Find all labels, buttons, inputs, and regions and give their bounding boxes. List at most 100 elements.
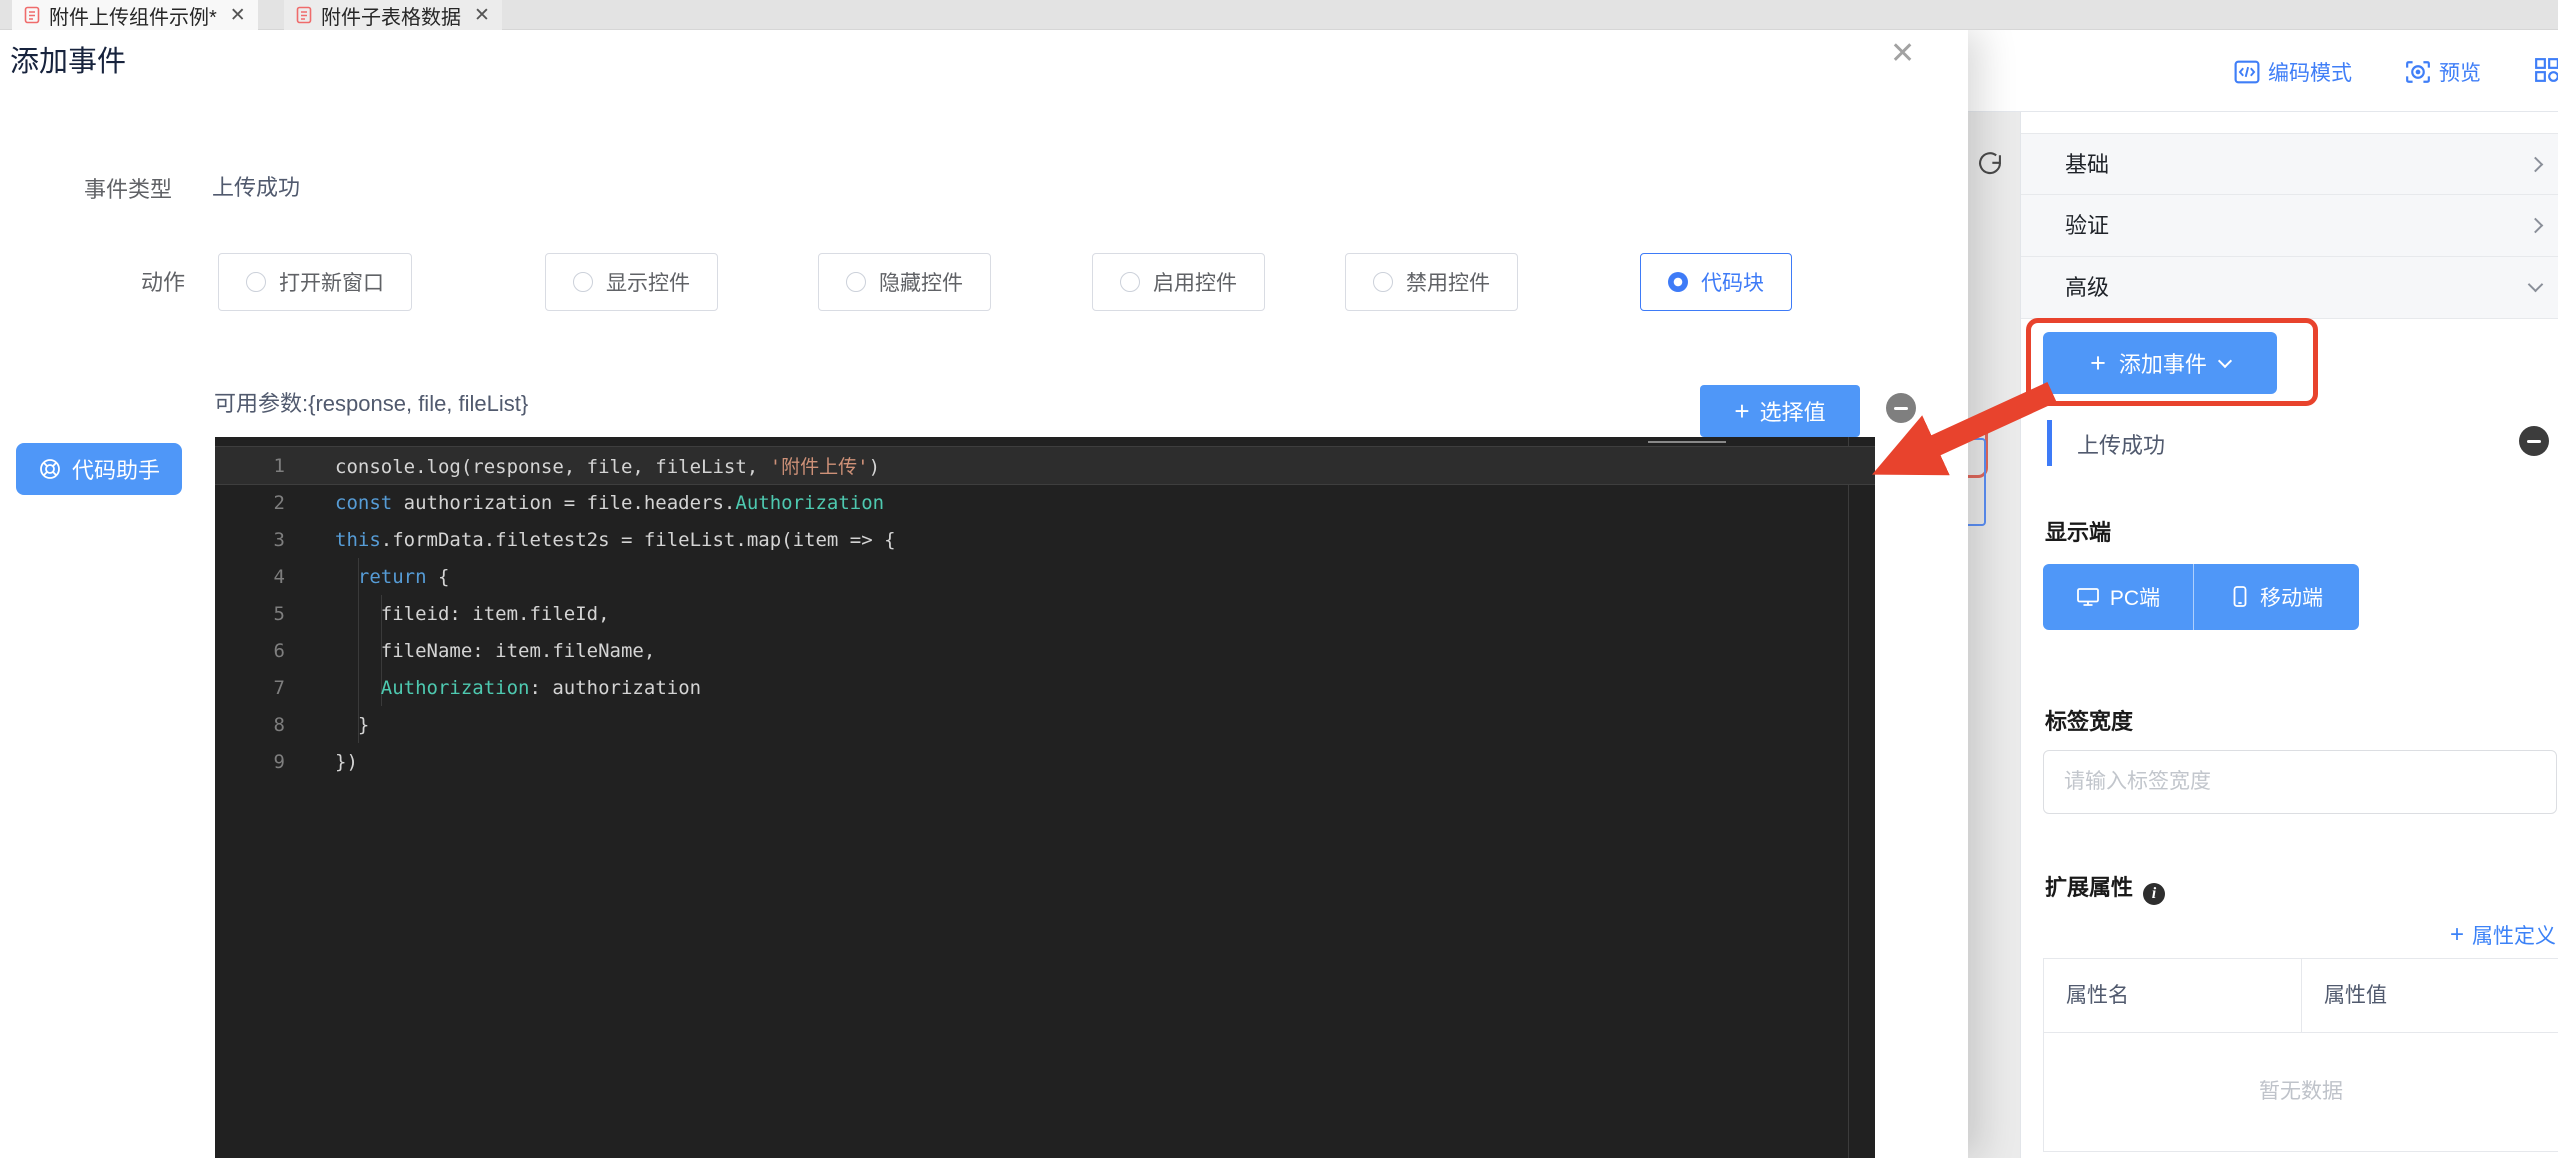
select-value-button[interactable]: + 选择值 xyxy=(1700,385,1860,437)
code-helper-label: 代码助手 xyxy=(72,453,160,485)
chevron-down-icon xyxy=(2528,277,2544,293)
code-mode-label: 编码模式 xyxy=(2268,57,2352,87)
line-number: 8 xyxy=(215,714,285,736)
pc-side-button[interactable]: PC端 xyxy=(2043,564,2193,630)
lifebuoy-icon xyxy=(38,457,62,481)
add-event-modal: 添加事件 ✕ 事件类型 上传成功 动作 打开新窗口 显示控件 隐藏控件 启用控件… xyxy=(0,30,1968,1158)
display-side-label: 显示端 xyxy=(2045,515,2111,547)
event-item-accent-bar xyxy=(2047,420,2052,466)
section-label: 验证 xyxy=(2065,213,2109,238)
line-number: 2 xyxy=(215,492,285,514)
line-number: 1 xyxy=(215,455,285,477)
line-number: 5 xyxy=(215,603,285,625)
section-label: 高级 xyxy=(2065,275,2109,300)
code-helper-button[interactable]: 代码助手 xyxy=(16,443,182,495)
designer-toolbar: 编码模式 预览 xyxy=(1968,30,2558,112)
plus-icon: + xyxy=(1734,396,1749,427)
action-open-new-window[interactable]: 打开新窗口 xyxy=(218,253,412,311)
preview-button[interactable]: 预览 xyxy=(2405,57,2481,87)
plus-icon: + xyxy=(2090,348,2106,379)
code-text: const authorization = file.headers.Autho… xyxy=(335,492,884,514)
canvas-strip xyxy=(1968,112,2020,1158)
action-option-label: 打开新窗口 xyxy=(279,267,384,297)
plus-icon: + xyxy=(2450,921,2464,949)
section-label: 基础 xyxy=(2065,152,2109,177)
tab-close-icon[interactable]: ✕ xyxy=(230,4,246,27)
action-option-label: 代码块 xyxy=(1701,267,1764,297)
action-option-label: 启用控件 xyxy=(1153,267,1237,297)
modal-close-icon[interactable]: ✕ xyxy=(1890,36,1915,71)
extended-attrs-text: 扩展属性 xyxy=(2045,875,2133,900)
preview-eye-icon xyxy=(2405,60,2431,84)
attr-value-header: 属性值 xyxy=(2302,959,2558,1032)
action-show-control[interactable]: 显示控件 xyxy=(545,253,718,311)
attrs-table-header: 属性名 属性值 xyxy=(2044,959,2558,1033)
action-option-label: 显示控件 xyxy=(606,267,690,297)
action-option-label: 禁用控件 xyxy=(1406,267,1490,297)
action-hide-control[interactable]: 隐藏控件 xyxy=(818,253,991,311)
code-text: this.formData.filetest2s = fileList.map(… xyxy=(335,529,896,551)
chevron-right-icon xyxy=(2528,218,2544,234)
radio-icon xyxy=(1373,272,1393,292)
section-validation[interactable]: 验证 xyxy=(2021,195,2558,257)
layout-grid-button[interactable] xyxy=(2534,57,2558,83)
remove-event-button[interactable] xyxy=(2519,426,2549,456)
chevron-down-icon xyxy=(2218,353,2232,367)
code-line[interactable]: 3 this.formData.filetest2s = fileList.map… xyxy=(215,521,1875,558)
attr-define-link[interactable]: + 属性定义 xyxy=(2450,920,2556,950)
add-event-label: 添加事件 xyxy=(2119,347,2207,379)
add-event-button[interactable]: + 添加事件 xyxy=(2043,332,2277,394)
code-line[interactable]: 8 } xyxy=(215,706,1875,743)
code-line[interactable]: 9}) xyxy=(215,743,1875,780)
code-editor[interactable]: 1console.log(response, file, fileList, '… xyxy=(215,437,1875,1158)
radio-selected-icon xyxy=(1668,272,1688,292)
tab-attachment-upload-example[interactable]: 附件上传组件示例* ✕ xyxy=(12,0,258,30)
code-text: fileName: item.fileName, xyxy=(335,640,655,662)
code-line[interactable]: 5 fileid: item.fileId, xyxy=(215,595,1875,632)
extended-attrs-table: 属性名 属性值 暂无数据 xyxy=(2043,958,2558,1152)
section-advanced[interactable]: 高级 xyxy=(2021,257,2558,319)
properties-panel: 基础 验证 高级 + 添加事件 上传成功 显示端 PC端 移动端 标签宽度 扩展… xyxy=(2020,112,2558,1158)
code-text: fileid: item.fileId, xyxy=(335,603,610,625)
code-mode-button[interactable]: 编码模式 xyxy=(2234,57,2352,87)
redo-icon[interactable] xyxy=(1976,150,2004,178)
remove-action-button[interactable] xyxy=(1886,393,1916,423)
label-width-label: 标签宽度 xyxy=(2045,704,2133,736)
label-width-input[interactable] xyxy=(2043,750,2557,814)
code-line[interactable]: 4 return { xyxy=(215,558,1875,595)
grid-icon xyxy=(2534,57,2558,83)
document-icon xyxy=(296,6,312,24)
code-line[interactable]: 7 Authorization: authorization xyxy=(215,669,1875,706)
attr-name-header: 属性名 xyxy=(2044,959,2302,1032)
app-root: 附件上传组件示例* ✕ 附件子表格数据 ✕ 编码模式 预览 基础 验证 高级 xyxy=(0,0,2558,1158)
event-type-value: 上传成功 xyxy=(212,170,300,202)
preview-label: 预览 xyxy=(2439,57,2481,87)
line-number: 9 xyxy=(215,751,285,773)
radio-icon xyxy=(1120,272,1140,292)
document-icon xyxy=(24,6,40,24)
line-number: 3 xyxy=(215,529,285,551)
code-line[interactable]: 2 const authorization = file.headers.Auth… xyxy=(215,484,1875,521)
section-basic[interactable]: 基础 xyxy=(2021,133,2558,195)
code-text: Authorization: authorization xyxy=(335,677,701,699)
select-value-label: 选择值 xyxy=(1760,395,1826,427)
tab-close-icon[interactable]: ✕ xyxy=(474,4,490,27)
action-disable-control[interactable]: 禁用控件 xyxy=(1345,253,1518,311)
event-item-upload-success: 上传成功 xyxy=(2077,428,2165,460)
code-line[interactable]: 1console.log(response, file, fileList, '… xyxy=(215,447,1875,484)
info-icon: i xyxy=(2143,883,2165,905)
file-tab-bar: 附件上传组件示例* ✕ 附件子表格数据 ✕ xyxy=(0,0,2558,30)
action-code-block[interactable]: 代码块 xyxy=(1640,253,1792,311)
action-enable-control[interactable]: 启用控件 xyxy=(1092,253,1265,311)
code-lines[interactable]: 1console.log(response, file, fileList, '… xyxy=(215,437,1875,780)
phone-icon xyxy=(2230,585,2250,609)
radio-icon xyxy=(846,272,866,292)
mobile-side-button[interactable]: 移动端 xyxy=(2193,564,2359,630)
chevron-right-icon xyxy=(2528,157,2544,173)
code-line[interactable]: 6 fileName: item.fileName, xyxy=(215,632,1875,669)
table-empty-state: 暂无数据 xyxy=(2044,1033,2558,1151)
tab-attachment-subtable-data[interactable]: 附件子表格数据 ✕ xyxy=(284,0,502,30)
code-text: } xyxy=(335,714,369,736)
line-number: 6 xyxy=(215,640,285,662)
pc-side-label: PC端 xyxy=(2110,582,2160,612)
